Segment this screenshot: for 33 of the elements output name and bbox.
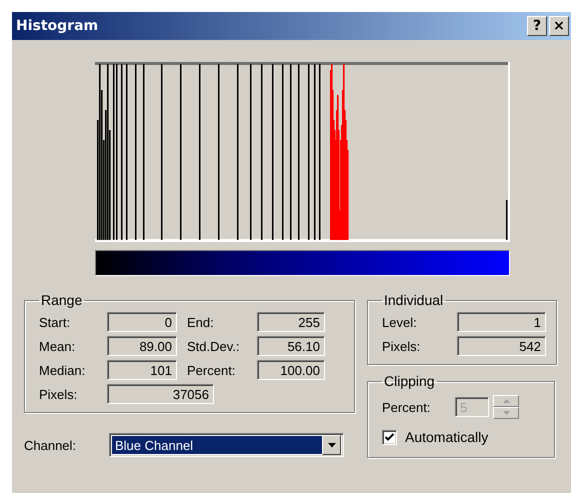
field-label: Std.Dev.:	[186, 338, 241, 354]
caret-icon[interactable]	[322, 435, 341, 455]
channel-dropdown[interactable]: Blue Channel	[109, 433, 344, 457]
value-field: 0	[107, 312, 177, 332]
field-label: End:	[186, 314, 215, 330]
window-title: Histogram	[16, 18, 100, 34]
field-label: Percent:	[186, 362, 236, 378]
value-field: 1	[457, 312, 546, 332]
field-label: Pixels:	[39, 386, 78, 402]
value-field: 56.10	[257, 336, 325, 356]
group-title: Range	[40, 292, 84, 308]
checkbox[interactable]	[382, 430, 397, 444]
check-icon	[385, 433, 394, 441]
group-title: Individual	[383, 292, 444, 308]
value-field: 100.00	[257, 360, 325, 380]
automatically-checkbox[interactable]: Automatically	[382, 429, 488, 445]
field-label: Percent:	[382, 400, 432, 414]
value-field: 89.00	[107, 336, 177, 356]
spinner[interactable]	[493, 395, 519, 419]
value-field: 101	[107, 360, 177, 380]
group-title: Clipping	[383, 373, 436, 389]
value-field: 255	[257, 312, 325, 332]
field-label: Channel:	[24, 438, 78, 452]
field-label: Median:	[39, 362, 86, 378]
dropdown-value: Blue Channel	[112, 436, 322, 454]
field-label: Pixels:	[382, 338, 422, 354]
close-button[interactable]: ×	[549, 16, 569, 36]
value-field: 37056	[107, 384, 214, 404]
field-label: Start:	[39, 314, 72, 330]
field-label: Level:	[382, 314, 418, 330]
value-field: 542	[457, 336, 546, 356]
help-button[interactable]: ?	[527, 16, 547, 36]
field-label: Mean:	[39, 338, 76, 354]
